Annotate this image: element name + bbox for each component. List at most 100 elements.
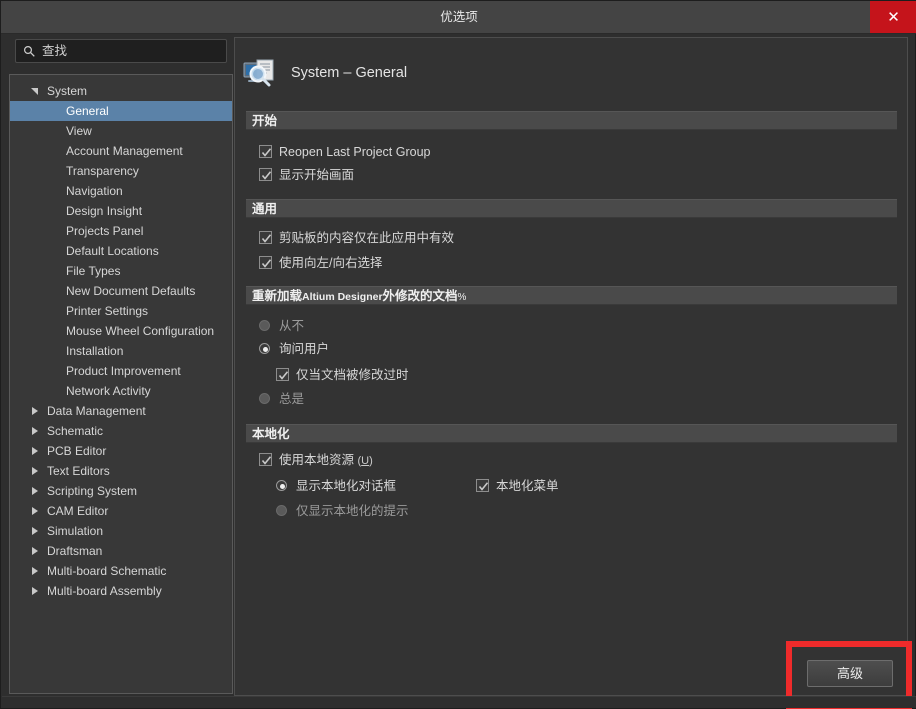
section-header-label: 本地化: [252, 427, 290, 441]
sidebar-item-label: Multi-board Assembly: [47, 584, 162, 598]
sidebar-item-label: Multi-board Schematic: [47, 564, 167, 578]
section-header-label: 重新加载Altium Designer外修改的文档%: [252, 287, 466, 307]
sidebar-item-label: CAM Editor: [47, 504, 109, 518]
advanced-button[interactable]: 高级: [807, 660, 893, 687]
sidebar-item-system[interactable]: System: [10, 81, 232, 101]
sidebar-item-label: PCB Editor: [47, 444, 107, 458]
control-label: 本地化菜单: [496, 479, 559, 493]
chevron-right-icon[interactable]: [32, 427, 38, 435]
sidebar-item-general[interactable]: General: [10, 101, 232, 121]
sidebar-item-new-document-defaults[interactable]: New Document Defaults: [10, 281, 232, 301]
sidebar-item-label: Draftsman: [47, 544, 103, 558]
chevron-right-icon[interactable]: [32, 527, 38, 535]
sidebar-item-label: Product Improvement: [66, 364, 181, 378]
control-label: 剪贴板的内容仅在此应用中有效: [279, 231, 455, 245]
search-placeholder: 查找: [42, 44, 68, 58]
sidebar-item-label: Data Management: [47, 404, 146, 418]
sidebar-item-label: Network Activity: [66, 384, 151, 398]
checkbox-indicator[interactable]: [259, 231, 272, 244]
sidebar-item-printer-settings[interactable]: Printer Settings: [10, 301, 232, 321]
chevron-right-icon[interactable]: [32, 407, 38, 415]
checkbox-indicator[interactable]: [259, 256, 272, 269]
checkbox-indicator[interactable]: [259, 168, 272, 181]
control-label: Reopen Last Project Group: [279, 145, 431, 159]
sidebar-item-label: Transparency: [66, 164, 139, 178]
sidebar-item-label: Scripting System: [47, 484, 138, 498]
sidebar-item-transparency[interactable]: Transparency: [10, 161, 232, 181]
sidebar-item-file-types[interactable]: File Types: [10, 261, 232, 281]
sidebar-item-text-editors[interactable]: Text Editors: [10, 461, 232, 481]
sidebar-item-multi-board-schematic[interactable]: Multi-board Schematic: [10, 561, 232, 581]
chevron-right-icon[interactable]: [32, 467, 38, 475]
sidebar-item-view[interactable]: View: [10, 121, 232, 141]
section-header-segment: 重新加载: [252, 289, 303, 303]
sidebar-item-account-management[interactable]: Account Management: [10, 141, 232, 161]
control-label: 仅显示本地化的提示: [296, 504, 409, 518]
section-header-localization: 本地化: [246, 424, 897, 443]
radio-indicator[interactable]: [259, 343, 270, 354]
chevron-right-icon[interactable]: [32, 547, 38, 555]
sidebar-item-default-locations[interactable]: Default Locations: [10, 241, 232, 261]
control-accelerator: (U): [357, 455, 373, 467]
checkbox-indicator[interactable]: [259, 453, 272, 466]
chevron-right-icon[interactable]: [32, 447, 38, 455]
close-icon[interactable]: ✕: [870, 1, 916, 33]
sidebar-item-pcb-editor[interactable]: PCB Editor: [10, 441, 232, 461]
control-label: 询问用户: [279, 342, 330, 356]
radio-indicator[interactable]: [259, 320, 270, 331]
sidebar: 查找 System General View Account Management Tr…: [9, 37, 233, 696]
settings-tree[interactable]: System General View Account Management Trans…: [9, 74, 233, 694]
sidebar-item-label: General: [66, 104, 109, 118]
sidebar-item-multi-board-assembly[interactable]: Multi-board Assembly: [10, 581, 232, 601]
control-label: 总是: [279, 392, 305, 406]
sidebar-item-label: Simulation: [47, 524, 104, 538]
control-label: 显示本地化对话框: [296, 479, 397, 493]
radio-indicator[interactable]: [276, 480, 287, 491]
sidebar-item-navigation[interactable]: Navigation: [10, 181, 232, 201]
checkbox-indicator[interactable]: [259, 145, 272, 158]
sidebar-item-mouse-wheel-configuration[interactable]: Mouse Wheel Configuration: [10, 321, 232, 341]
sidebar-item-schematic[interactable]: Schematic: [10, 421, 232, 441]
system-general-icon: [242, 57, 278, 93]
chevron-right-icon[interactable]: [32, 587, 38, 595]
chevron-right-icon[interactable]: [32, 507, 38, 515]
chevron-down-icon[interactable]: [31, 88, 38, 95]
control-label: 仅当文档被修改过时: [296, 368, 409, 382]
sidebar-item-label: Account Management: [66, 144, 183, 158]
search-input[interactable]: 查找: [15, 39, 227, 63]
chevron-right-icon[interactable]: [32, 567, 38, 575]
bottom-strip: [2, 696, 916, 708]
checkbox-indicator[interactable]: [276, 368, 289, 381]
sidebar-item-label: Text Editors: [47, 464, 110, 478]
sidebar-item-design-insight[interactable]: Design Insight: [10, 201, 232, 221]
radio-indicator[interactable]: [259, 393, 270, 404]
sidebar-item-product-improvement[interactable]: Product Improvement: [10, 361, 232, 381]
sidebar-item-installation[interactable]: Installation: [10, 341, 232, 361]
control-label: 使用向左/向右选择: [279, 256, 383, 270]
chevron-right-icon[interactable]: [32, 487, 38, 495]
sidebar-item-network-activity[interactable]: Network Activity: [10, 381, 232, 401]
checkbox-indicator[interactable]: [476, 479, 489, 492]
sidebar-item-simulation[interactable]: Simulation: [10, 521, 232, 541]
section-header-segment: 外修改的文档: [382, 289, 458, 303]
sidebar-item-label: New Document Defaults: [66, 284, 196, 298]
sidebar-item-label: Installation: [66, 344, 124, 358]
sidebar-item-label: Mouse Wheel Configuration: [66, 324, 215, 338]
sidebar-item-scripting-system[interactable]: Scripting System: [10, 481, 232, 501]
window-title: 优选项: [440, 10, 478, 24]
page-title: System – General: [291, 65, 408, 81]
sidebar-item-data-management[interactable]: Data Management: [10, 401, 232, 421]
sidebar-item-cam-editor[interactable]: CAM Editor: [10, 501, 232, 521]
sidebar-item-draftsman[interactable]: Draftsman: [10, 541, 232, 561]
sidebar-item-label: File Types: [66, 264, 121, 278]
section-header-reload: 重新加载Altium Designer外修改的文档%: [246, 286, 897, 305]
sidebar-item-label: Default Locations: [66, 244, 159, 258]
sidebar-item-projects-panel[interactable]: Projects Panel: [10, 221, 232, 241]
preferences-dialog: 优选项 ✕ 查找 System General View Account Manage…: [0, 0, 916, 709]
sidebar-item-label: Projects Panel: [66, 224, 144, 238]
section-header-label: 开始: [252, 114, 278, 128]
radio-indicator[interactable]: [276, 505, 287, 516]
sidebar-item-label: Navigation: [66, 184, 123, 198]
title-bar: 优选项 ✕: [1, 1, 916, 34]
section-header-general: 通用: [246, 199, 897, 218]
